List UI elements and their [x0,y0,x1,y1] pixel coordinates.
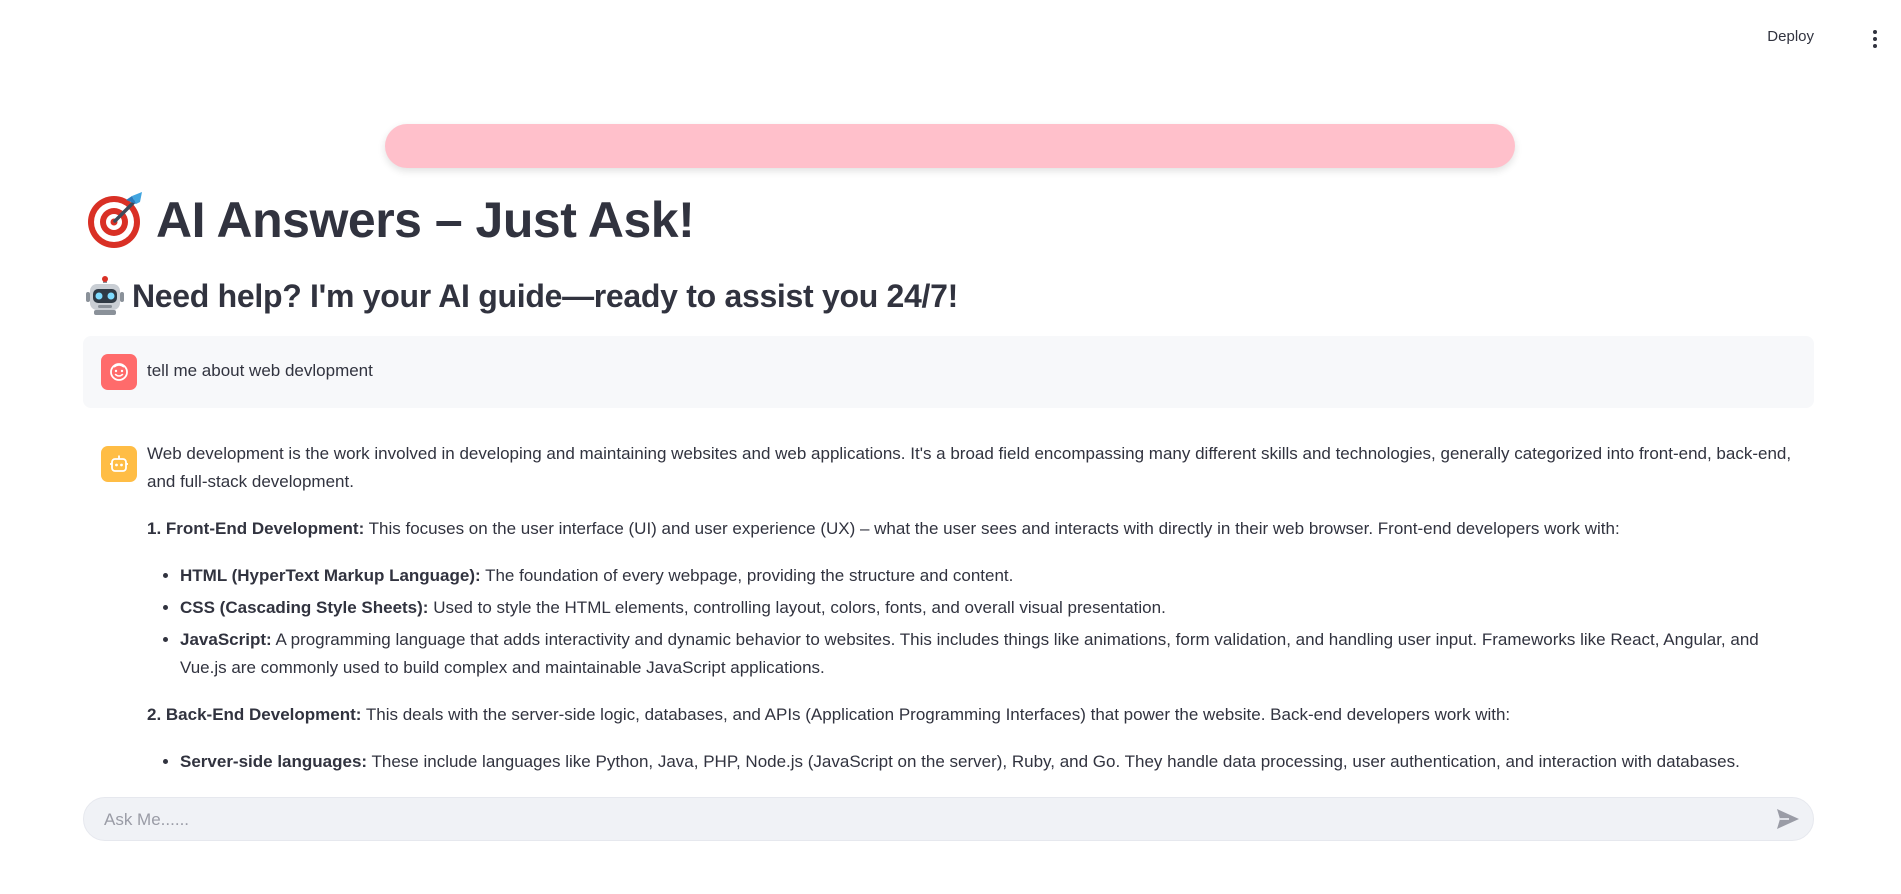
front-end-list: HTML (HyperText Markup Language): The fo… [147,562,1807,682]
section-text: This deals with the server-side logic, d… [361,705,1511,724]
user-chat-message: tell me about web devlopment [83,336,1814,408]
vertical-dots-icon[interactable] [1863,24,1887,54]
assistant-message-body: Web development is the work involved in … [147,440,1807,776]
list-item-term: HTML (HyperText Markup Language): [180,566,481,585]
list-item: CSS (Cascading Style Sheets): Used to st… [180,594,1807,622]
list-item-desc: Used to style the HTML elements, control… [428,598,1166,617]
subtitle-row: Need help? I'm your AI guide—ready to as… [86,276,958,316]
assistant-intro: Web development is the work involved in … [147,444,1792,491]
chat-input[interactable] [102,798,1726,842]
section-text: This focuses on the user interface (UI) … [364,519,1620,538]
top-banner [385,124,1515,168]
menu-dot [1873,44,1877,48]
user-message-text: tell me about web devlopment [147,361,373,380]
list-item-term: Server-side languages: [180,752,368,771]
robot-icon [86,276,124,315]
page-title-row: AI Answers – Just Ask! [86,190,695,250]
app-header: Deploy [0,0,1901,60]
list-item-desc: These include languages like Python, Jav… [367,752,1740,771]
app-page: Deploy AI Answers – Just Ask! Need help?… [0,0,1901,894]
list-item-term: CSS (Cascading Style Sheets): [180,598,429,617]
list-item-term: JavaScript: [180,630,272,649]
list-item: JavaScript: A programming language that … [180,626,1807,682]
menu-dot [1873,30,1877,34]
page-title: AI Answers – Just Ask! [156,192,695,248]
back-end-list: Server-side languages: These include lan… [147,748,1807,776]
section-back-end: 2. Back-End Development: This deals with… [147,701,1807,729]
list-item-desc: A programming language that adds interac… [180,630,1759,677]
list-item-desc: The foundation of every webpage, providi… [480,566,1014,585]
list-item: Server-side languages: These include lan… [180,748,1807,776]
chat-input-container [83,797,1814,842]
deploy-button[interactable]: Deploy [1761,24,1820,49]
page-subtitle: Need help? I'm your AI guide—ready to as… [132,277,958,314]
section-heading: 2. Back-End Development: [147,705,362,724]
bot-icon [101,446,137,482]
section-heading: 1. Front-End Development: [147,519,365,538]
send-arrow-icon[interactable] [1775,807,1801,831]
user-face-icon [101,354,137,390]
target-dart-icon [88,192,142,248]
section-front-end: 1. Front-End Development: This focuses o… [147,515,1807,543]
menu-dot [1873,37,1877,41]
assistant-chat-message: Web development is the work involved in … [83,440,1814,795]
list-item: HTML (HyperText Markup Language): The fo… [180,562,1807,590]
